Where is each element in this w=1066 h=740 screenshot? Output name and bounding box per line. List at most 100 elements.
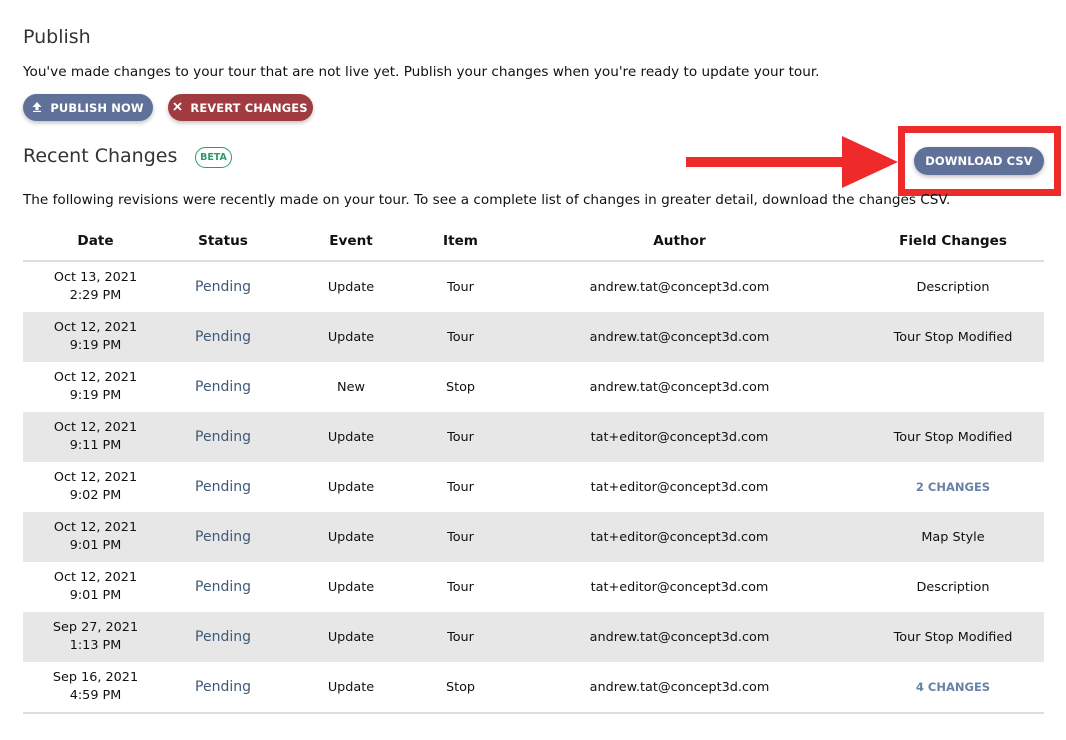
table-header: Date Status Event Item Author Field Chan… (23, 222, 1044, 262)
time-text: 9:19 PM (69, 338, 122, 353)
field-changes-cell: Tour Stop Modified (893, 629, 1013, 645)
table-row: Oct 12, 2021 9:01 PM Pending Update Tour … (23, 512, 1044, 562)
event-cell: Update (327, 279, 375, 295)
arrow-right-icon (686, 136, 898, 188)
status-cell: Pending (168, 429, 278, 445)
field-changes-cell: Tour Stop Modified (893, 329, 1013, 345)
status-text: Pending (195, 279, 251, 295)
upload-icon (32, 101, 42, 114)
item-cell: Tour (447, 629, 474, 645)
recent-changes-description: The following revisions were recently ma… (23, 192, 951, 208)
time-text: 9:19 PM (69, 388, 122, 403)
date-text: Sep 27, 2021 (52, 620, 139, 635)
author-cell: tat+editor@concept3d.com (590, 579, 769, 595)
date-text: Oct 12, 2021 (53, 370, 138, 385)
status-cell: Pending (168, 329, 278, 345)
time-text: 4:59 PM (69, 688, 122, 703)
author-cell: tat+editor@concept3d.com (590, 479, 769, 495)
status-cell: Pending (168, 529, 278, 545)
publish-description: You've made changes to your tour that ar… (23, 64, 820, 80)
date-text: Oct 12, 2021 (53, 420, 138, 435)
table-row: Oct 12, 2021 9:19 PM Pending New Stop and… (23, 362, 1044, 412)
event-cell: Update (327, 579, 375, 595)
date-cell: Oct 12, 2021 9:02 PM (23, 469, 168, 505)
table-row: Oct 13, 2021 2:29 PM Pending Update Tour … (23, 262, 1044, 312)
date-text: Oct 13, 2021 (53, 270, 138, 285)
time-text: 9:11 PM (69, 438, 122, 453)
status-text: Pending (195, 629, 251, 645)
date-text: Oct 12, 2021 (53, 570, 138, 585)
item-cell: Stop (445, 679, 476, 695)
author-cell: andrew.tat@concept3d.com (589, 379, 770, 395)
publish-now-label: PUBLISH NOW (50, 100, 144, 115)
field-changes-cell: Description (916, 279, 990, 295)
header-author: Author (653, 233, 706, 249)
status-cell: Pending (168, 629, 278, 645)
author-cell: tat+editor@concept3d.com (590, 429, 769, 445)
author-cell: andrew.tat@concept3d.com (589, 329, 770, 345)
status-cell: Pending (168, 479, 278, 495)
changes-link[interactable]: 4 CHANGES (916, 680, 990, 694)
field-changes-cell: 4 CHANGES (862, 680, 1044, 695)
item-cell: Tour (447, 279, 474, 295)
status-cell: Pending (168, 679, 278, 695)
header-field-changes: Field Changes (899, 233, 1007, 249)
item-cell: Tour (447, 429, 474, 445)
revert-changes-button[interactable]: REVERT CHANGES (168, 94, 313, 121)
header-date: Date (77, 233, 114, 249)
item-cell: Tour (447, 579, 474, 595)
status-cell: Pending (168, 579, 278, 595)
item-cell: Stop (445, 379, 476, 395)
date-text: Oct 12, 2021 (53, 320, 138, 335)
author-cell: andrew.tat@concept3d.com (589, 629, 770, 645)
date-cell: Sep 16, 2021 4:59 PM (23, 669, 168, 705)
status-text: Pending (195, 529, 251, 545)
status-text: Pending (195, 429, 251, 445)
date-cell: Oct 12, 2021 9:19 PM (23, 369, 168, 405)
table-row: Oct 12, 2021 9:01 PM Pending Update Tour … (23, 562, 1044, 612)
date-cell: Oct 12, 2021 9:19 PM (23, 319, 168, 355)
status-text: Pending (195, 379, 251, 395)
item-cell: Tour (447, 329, 474, 345)
revert-changes-label: REVERT CHANGES (190, 100, 308, 115)
date-text: Sep 16, 2021 (52, 670, 139, 685)
time-text: 1:13 PM (69, 638, 122, 653)
status-text: Pending (195, 479, 251, 495)
author-cell: andrew.tat@concept3d.com (589, 679, 770, 695)
date-cell: Oct 12, 2021 9:11 PM (23, 419, 168, 455)
author-cell: tat+editor@concept3d.com (590, 529, 769, 545)
status-cell: Pending (168, 379, 278, 395)
status-text: Pending (195, 579, 251, 595)
status-text: Pending (195, 329, 251, 345)
table-row: Sep 16, 2021 4:59 PM Pending Update Stop … (23, 662, 1044, 714)
date-cell: Oct 13, 2021 2:29 PM (23, 269, 168, 305)
download-csv-button[interactable]: DOWNLOAD CSV (914, 147, 1044, 175)
date-text: Oct 12, 2021 (53, 520, 138, 535)
recent-changes-title: Recent Changes (23, 145, 178, 167)
time-text: 9:02 PM (69, 488, 122, 503)
publish-now-button[interactable]: PUBLISH NOW (23, 94, 153, 121)
table-row: Oct 12, 2021 9:19 PM Pending Update Tour … (23, 312, 1044, 362)
changes-link[interactable]: 2 CHANGES (916, 480, 990, 494)
event-cell: Update (327, 529, 375, 545)
field-changes-cell: Map Style (921, 529, 985, 545)
item-cell: Tour (447, 529, 474, 545)
event-cell: Update (327, 679, 375, 695)
header-status: Status (198, 233, 248, 249)
status-cell: Pending (168, 279, 278, 295)
table-row: Oct 12, 2021 9:11 PM Pending Update Tour … (23, 412, 1044, 462)
event-cell: Update (327, 479, 375, 495)
header-item: Item (443, 233, 478, 249)
date-cell: Sep 27, 2021 1:13 PM (23, 619, 168, 655)
time-text: 9:01 PM (69, 588, 122, 603)
header-event: Event (329, 233, 373, 249)
date-cell: Oct 12, 2021 9:01 PM (23, 519, 168, 555)
publish-title: Publish (23, 26, 91, 48)
author-cell: andrew.tat@concept3d.com (589, 279, 770, 295)
item-cell: Tour (447, 479, 474, 495)
time-text: 9:01 PM (69, 538, 122, 553)
status-text: Pending (195, 679, 251, 695)
page: Publish You've made changes to your tour… (0, 0, 1066, 740)
field-changes-cell: 2 CHANGES (862, 480, 1044, 495)
event-cell: Update (327, 429, 375, 445)
